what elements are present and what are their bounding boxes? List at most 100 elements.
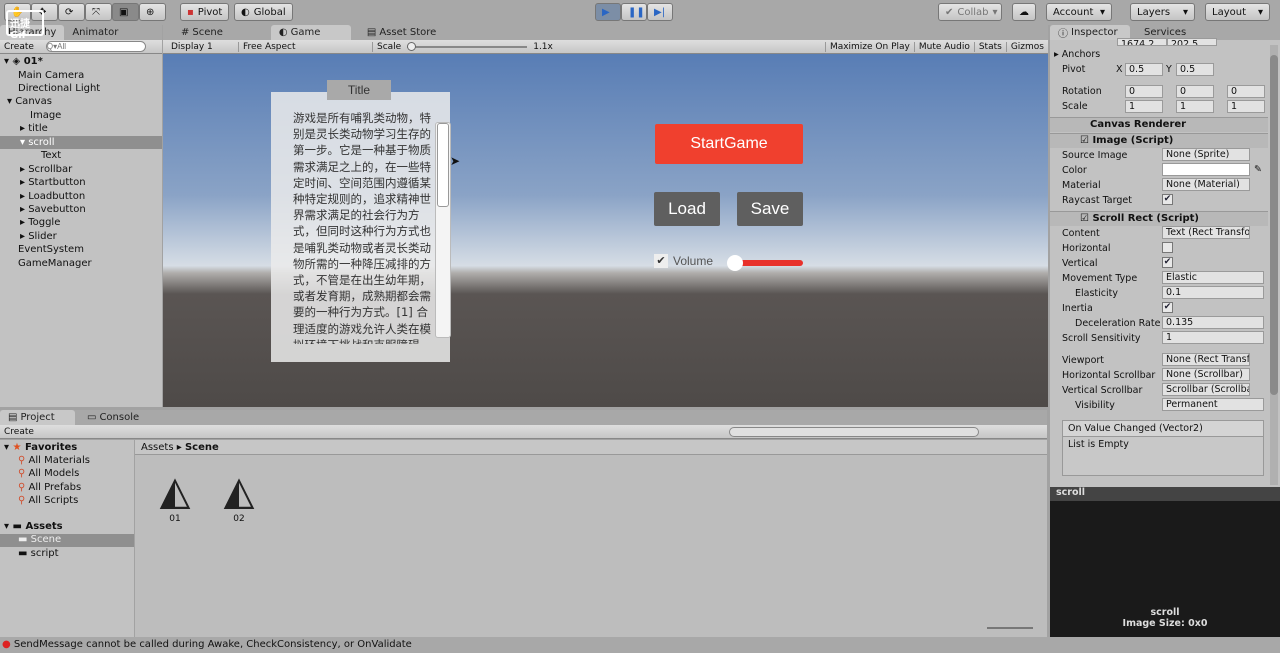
scale-z-field[interactable]: 1	[1227, 100, 1265, 113]
play-button[interactable]: ▶	[595, 3, 621, 21]
project-create-dropdown[interactable]: Create	[0, 427, 38, 437]
scene-root[interactable]: ▾ ◈ 01*	[0, 55, 162, 68]
scene-file[interactable]: ◭ 02	[213, 468, 265, 524]
step-button[interactable]: ▶|	[647, 3, 673, 21]
volume-slider[interactable]	[727, 255, 803, 271]
scale-slider[interactable]	[407, 41, 528, 51]
cloud-button[interactable]: ☁	[1012, 3, 1036, 21]
deceleration-field[interactable]: 0.135	[1162, 316, 1264, 329]
vertical-scrollbar-field[interactable]: Scrollbar (Scrollbar)	[1162, 383, 1250, 396]
scale-x-field[interactable]: 1	[1125, 100, 1163, 113]
vertical-checkbox[interactable]: ✔	[1162, 257, 1173, 268]
save-button[interactable]: Save	[737, 192, 803, 226]
hierarchy-item[interactable]: Directional Light	[0, 82, 162, 95]
hierarchy-item[interactable]: ▸ title	[0, 122, 162, 135]
favorite-item[interactable]: ⚲ All Materials	[18, 455, 90, 466]
start-game-button[interactable]: StartGame	[655, 124, 803, 164]
tab-animator[interactable]: Animator	[64, 25, 126, 40]
hierarchy-item[interactable]: ▸ Slider	[0, 230, 162, 243]
breadcrumb-scene[interactable]: Scene	[185, 442, 219, 453]
pivot-x-field[interactable]: 0.5	[1125, 63, 1163, 76]
inspector-scrollbar[interactable]	[1270, 45, 1278, 485]
stats-button[interactable]: Stats	[973, 41, 1006, 52]
hierarchy-item[interactable]: ▾ Canvas	[0, 95, 162, 108]
tab-asset-store[interactable]: ▤ Asset Store	[359, 25, 444, 40]
gizmos-button[interactable]: Gizmos	[1005, 41, 1048, 52]
anchors-foldout[interactable]: ▸ Anchors	[1054, 49, 1100, 60]
rotation-y-field[interactable]: 0	[1176, 85, 1214, 98]
layout-dropdown[interactable]: Layout ▾	[1205, 3, 1270, 21]
hierarchy-item[interactable]: Text	[0, 149, 162, 162]
pivot-button[interactable]: ▪ Pivot	[180, 3, 230, 21]
favorite-item[interactable]: ⚲ All Prefabs	[18, 482, 81, 493]
horizontal-checkbox[interactable]	[1162, 242, 1173, 253]
status-bar[interactable]: ● SendMessage cannot be called during Aw…	[0, 637, 1280, 653]
scrollbar-handle[interactable]	[437, 123, 449, 207]
hierarchy-search-input[interactable]	[45, 41, 146, 52]
elasticity-field[interactable]: 0.1	[1162, 286, 1264, 299]
inertia-checkbox[interactable]: ✔	[1162, 302, 1173, 313]
tab-game[interactable]: ◐ Game	[270, 25, 351, 40]
pause-button[interactable]: ❚❚	[621, 3, 647, 21]
source-image-field[interactable]: None (Sprite)	[1162, 148, 1250, 161]
hierarchy-item[interactable]: ▸ Loadbutton	[0, 190, 162, 203]
hierarchy-item[interactable]: EventSystem	[0, 243, 162, 256]
breadcrumb-assets[interactable]: Assets	[141, 442, 174, 453]
on-value-changed-event[interactable]: On Value Changed (Vector2) List is Empty	[1062, 420, 1264, 476]
hierarchy-item[interactable]: GameManager	[0, 257, 162, 270]
global-button[interactable]: ◐ Global	[234, 3, 293, 21]
hierarchy-item[interactable]: ▸ Scrollbar	[0, 163, 162, 176]
game-viewport[interactable]: Title 游戏是所有哺乳类动物，特别是灵长类动物学习生存的第一步。它是一种基于…	[163, 54, 1048, 407]
collab-button[interactable]: ✔ Collab ▾	[938, 3, 1002, 21]
mute-audio-button[interactable]: Mute Audio	[913, 41, 974, 52]
raycast-checkbox[interactable]: ✔	[1162, 194, 1173, 205]
slider-handle[interactable]	[727, 255, 743, 271]
transform-tool[interactable]: ⊕	[139, 3, 166, 21]
favorite-item[interactable]: ⚲ All Models	[18, 468, 79, 479]
content-field[interactable]: Text (Rect Transform)	[1162, 226, 1250, 239]
load-button[interactable]: Load	[654, 192, 720, 226]
hierarchy-item[interactable]: Main Camera	[0, 69, 162, 82]
hierarchy-item[interactable]: Image	[0, 109, 162, 122]
create-dropdown[interactable]: Create	[0, 42, 38, 52]
material-field[interactable]: None (Material)	[1162, 178, 1250, 191]
display-dropdown[interactable]: Display 1	[163, 41, 239, 52]
scale-tool[interactable]: ⤧	[85, 3, 112, 21]
scroll-rect-header[interactable]: ☑ Scroll Rect (Script)	[1050, 211, 1268, 226]
maximize-on-play-button[interactable]: Maximize On Play	[824, 41, 914, 52]
hierarchy-item[interactable]: ▸ Savebutton	[0, 203, 162, 216]
canvas-renderer-header[interactable]: Canvas Renderer	[1050, 117, 1268, 132]
visibility-dropdown[interactable]: Permanent	[1162, 398, 1264, 411]
rotation-z-field[interactable]: 0	[1227, 85, 1265, 98]
color-field[interactable]	[1162, 163, 1250, 176]
tab-project[interactable]: ▤ Project	[0, 410, 75, 425]
assets-folder[interactable]: ▾ ▬ Assets	[4, 521, 63, 532]
sensitivity-field[interactable]: 1	[1162, 331, 1264, 344]
rect-tool[interactable]: ▣	[112, 3, 139, 21]
layers-dropdown[interactable]: Layers ▾	[1130, 3, 1195, 21]
eyedropper-icon[interactable]: ✎	[1254, 164, 1262, 175]
hierarchy-item[interactable]: ▾ scroll	[0, 136, 162, 149]
movement-type-dropdown[interactable]: Elastic	[1162, 271, 1264, 284]
folder-item-scene[interactable]: ▬ Scene	[0, 534, 134, 547]
scrollbar[interactable]	[435, 122, 451, 338]
favorites-folder[interactable]: ▾ ★ Favorites	[4, 442, 77, 453]
horizontal-scrollbar-field[interactable]: None (Scrollbar)	[1162, 368, 1250, 381]
pivot-y-field[interactable]: 0.5	[1176, 63, 1214, 76]
project-search-input[interactable]	[729, 426, 979, 437]
image-component-header[interactable]: ☑ Image (Script)	[1050, 133, 1268, 148]
scale-y-field[interactable]: 1	[1176, 100, 1214, 113]
tab-scene[interactable]: # Scene	[173, 25, 231, 40]
aspect-dropdown[interactable]: Free Aspect	[239, 41, 373, 52]
viewport-field[interactable]: None (Rect Transform)	[1162, 353, 1250, 366]
favorite-item[interactable]: ⚲ All Scripts	[18, 495, 78, 506]
folder-item-script[interactable]: ▬ script	[18, 548, 59, 559]
rotation-x-field[interactable]: 0	[1125, 85, 1163, 98]
hierarchy-item[interactable]: ▸ Startbutton	[0, 176, 162, 189]
account-dropdown[interactable]: Account ▾	[1046, 3, 1112, 21]
hierarchy-item[interactable]: ▸ Toggle	[0, 216, 162, 229]
volume-toggle[interactable]: ✔ Volume	[654, 254, 713, 268]
rotate-tool[interactable]: ⟳	[58, 3, 85, 21]
icon-size-slider[interactable]	[987, 627, 1033, 629]
scene-file[interactable]: ◭ 01	[149, 468, 201, 524]
